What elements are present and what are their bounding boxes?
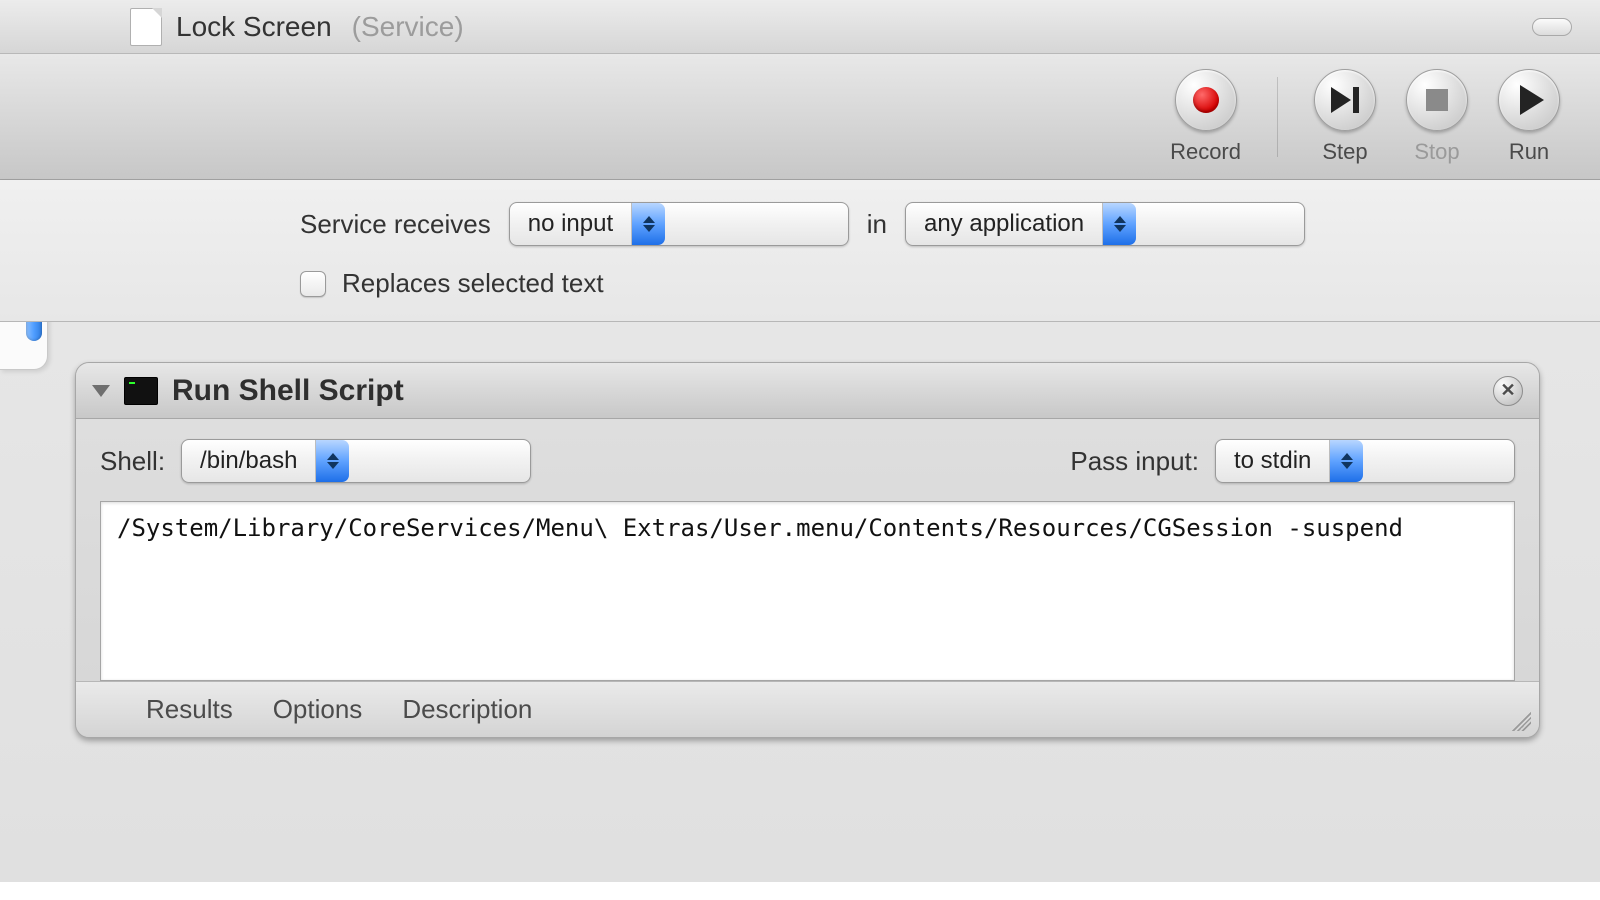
chevron-updown-icon bbox=[1102, 203, 1136, 245]
tab-results[interactable]: Results bbox=[146, 694, 233, 725]
run-shell-script-action: Run Shell Script ✕ Shell: /bin/bash Pass… bbox=[75, 362, 1540, 738]
record-button[interactable]: Record bbox=[1170, 69, 1241, 165]
toolbar-pill-button[interactable] bbox=[1532, 18, 1572, 36]
application-select[interactable]: any application bbox=[905, 202, 1305, 246]
action-footer: Results Options Description bbox=[76, 681, 1539, 737]
play-icon bbox=[1520, 85, 1544, 115]
chevron-updown-icon bbox=[315, 440, 349, 482]
workflow-canvas: Run Shell Script ✕ Shell: /bin/bash Pass… bbox=[0, 322, 1600, 882]
input-type-select[interactable]: no input bbox=[509, 202, 849, 246]
tab-options[interactable]: Options bbox=[273, 694, 363, 725]
toolbar: Record Step Stop Run bbox=[0, 54, 1600, 180]
service-config-bar: Service receives no input in any applica… bbox=[0, 180, 1600, 322]
run-button[interactable]: Run bbox=[1498, 69, 1560, 165]
replaces-selected-checkbox[interactable] bbox=[300, 271, 326, 297]
terminal-icon bbox=[124, 377, 158, 405]
script-textarea[interactable]: /System/Library/CoreServices/Menu\ Extra… bbox=[100, 501, 1515, 681]
document-title: Lock Screen bbox=[176, 11, 332, 43]
stop-button[interactable]: Stop bbox=[1406, 69, 1468, 165]
disclosure-triangle-icon[interactable] bbox=[92, 385, 110, 397]
step-label: Step bbox=[1322, 139, 1367, 165]
shell-select[interactable]: /bin/bash bbox=[181, 439, 531, 483]
record-icon bbox=[1193, 87, 1219, 113]
stop-icon bbox=[1426, 89, 1448, 111]
chevron-updown-icon bbox=[1329, 440, 1363, 482]
pass-input-select[interactable]: to stdin bbox=[1215, 439, 1515, 483]
chevron-updown-icon bbox=[631, 203, 665, 245]
shell-label: Shell: bbox=[100, 446, 165, 477]
record-label: Record bbox=[1170, 139, 1241, 165]
service-receives-label: Service receives bbox=[300, 209, 491, 240]
resize-grip-icon[interactable] bbox=[1507, 707, 1531, 731]
document-kind: (Service) bbox=[352, 11, 464, 43]
tab-description[interactable]: Description bbox=[402, 694, 532, 725]
in-label: in bbox=[867, 209, 887, 240]
close-icon: ✕ bbox=[1500, 380, 1515, 401]
remove-action-button[interactable]: ✕ bbox=[1493, 376, 1523, 406]
input-type-value: no input bbox=[510, 210, 631, 238]
application-value: any application bbox=[906, 210, 1102, 238]
shell-value: /bin/bash bbox=[182, 447, 315, 475]
toolbar-separator bbox=[1277, 77, 1278, 157]
pass-input-label: Pass input: bbox=[1070, 446, 1199, 477]
step-button[interactable]: Step bbox=[1314, 69, 1376, 165]
document-icon bbox=[130, 8, 162, 46]
action-body: Shell: /bin/bash Pass input: to stdin /S… bbox=[76, 419, 1539, 681]
action-header[interactable]: Run Shell Script ✕ bbox=[76, 363, 1539, 419]
pass-input-value: to stdin bbox=[1216, 447, 1329, 475]
step-icon bbox=[1331, 87, 1359, 113]
stop-label: Stop bbox=[1414, 139, 1459, 165]
replaces-selected-label: Replaces selected text bbox=[342, 268, 604, 299]
action-title: Run Shell Script bbox=[172, 374, 404, 408]
window-titlebar: Lock Screen (Service) bbox=[0, 0, 1600, 54]
run-label: Run bbox=[1509, 139, 1549, 165]
